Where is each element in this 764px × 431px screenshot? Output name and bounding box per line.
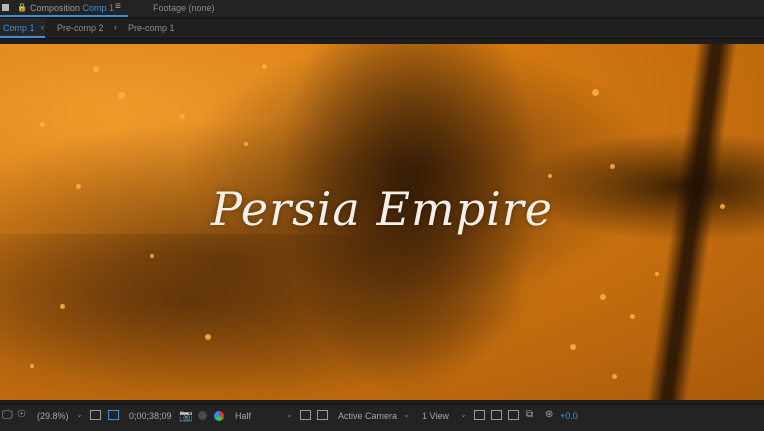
current-time[interactable]: 0;00;38;09 bbox=[129, 411, 172, 421]
tab-prefix: Composition bbox=[30, 3, 81, 13]
panel-menu-icon[interactable]: ≡ bbox=[115, 1, 121, 12]
region-of-interest-icon[interactable] bbox=[108, 410, 119, 420]
tab-active-comp-name: Comp 1 bbox=[82, 3, 115, 13]
exposure-value[interactable]: +0.0 bbox=[560, 411, 578, 421]
reset-exposure-icon[interactable]: ⊛ bbox=[545, 409, 553, 420]
particle bbox=[30, 364, 34, 368]
viewer-toolbar: 🖵 ☉ (29.8%) ⌄ 0;00;38;09 📷 Half ⌄ Active… bbox=[0, 404, 764, 431]
particle bbox=[60, 304, 65, 309]
title-text: Persia Empire bbox=[210, 182, 554, 236]
resolution-select[interactable]: Half bbox=[235, 411, 251, 421]
particle bbox=[180, 114, 185, 119]
composition-viewer[interactable]: Persia Empire bbox=[0, 44, 764, 400]
color-channel-icon[interactable] bbox=[214, 411, 224, 421]
breadcrumb-pre-comp-1[interactable]: Pre-comp 1 bbox=[128, 23, 175, 33]
grid-guides-icon[interactable] bbox=[317, 410, 328, 420]
particle bbox=[40, 122, 45, 127]
particle bbox=[612, 374, 617, 379]
breadcrumb-comp-1[interactable]: Comp 1 bbox=[3, 23, 35, 33]
particle bbox=[548, 174, 552, 178]
composition-tab-label: Composition Comp 1 bbox=[30, 3, 114, 13]
breadcrumb-pre-comp-2[interactable]: Pre-comp 2 bbox=[57, 23, 104, 33]
tab-composition[interactable]: Composition Comp 1 ≡ bbox=[0, 0, 128, 17]
mask-icon[interactable]: ☉ bbox=[17, 409, 26, 420]
particle bbox=[610, 164, 615, 169]
view-layout-chevron-icon[interactable]: ⌄ bbox=[460, 410, 467, 419]
camera-chevron-icon[interactable]: ⌄ bbox=[403, 410, 410, 419]
tab-footage[interactable]: Footage (none) bbox=[153, 3, 215, 13]
camera-snapshot-icon[interactable]: 📷 bbox=[179, 409, 193, 422]
monitor-icon[interactable]: 🖵 bbox=[2, 409, 13, 422]
particle bbox=[262, 64, 267, 69]
flowchart-icon[interactable]: ⧉ bbox=[526, 409, 533, 420]
view-layout-select[interactable]: 1 View bbox=[422, 411, 449, 421]
resolution-chevron-icon[interactable]: ⌄ bbox=[286, 410, 293, 419]
composition-panel-header: 🔒 Composition Comp 1 ≡ Footage (none) bbox=[0, 0, 764, 18]
toggle-pixel-aspect-icon[interactable] bbox=[474, 410, 485, 420]
camera-view-select[interactable]: Active Camera bbox=[338, 411, 397, 421]
particle bbox=[205, 334, 211, 340]
zoom-dropdown-chevron-icon[interactable]: ⌄ bbox=[76, 410, 83, 419]
particle bbox=[150, 254, 154, 258]
fast-previews-icon[interactable] bbox=[491, 410, 502, 420]
particle bbox=[118, 92, 125, 99]
chevron-left-icon: ‹ bbox=[114, 22, 117, 32]
particle bbox=[600, 294, 606, 300]
fit-frame-icon[interactable] bbox=[90, 410, 101, 420]
particle bbox=[630, 314, 635, 319]
particle bbox=[93, 66, 99, 72]
breadcrumb: Comp 1 ‹ Pre-comp 2 ‹ Pre-comp 1 bbox=[0, 18, 764, 39]
timeline-icon[interactable] bbox=[508, 410, 519, 420]
zoom-level[interactable]: (29.8%) bbox=[37, 411, 69, 421]
particle bbox=[592, 89, 599, 96]
particle bbox=[655, 272, 659, 276]
show-snapshot-icon[interactable] bbox=[198, 411, 207, 420]
particle bbox=[244, 142, 248, 146]
transparency-grid-icon[interactable] bbox=[300, 410, 311, 420]
chevron-left-icon: ‹ bbox=[41, 22, 44, 32]
particle bbox=[570, 344, 576, 350]
